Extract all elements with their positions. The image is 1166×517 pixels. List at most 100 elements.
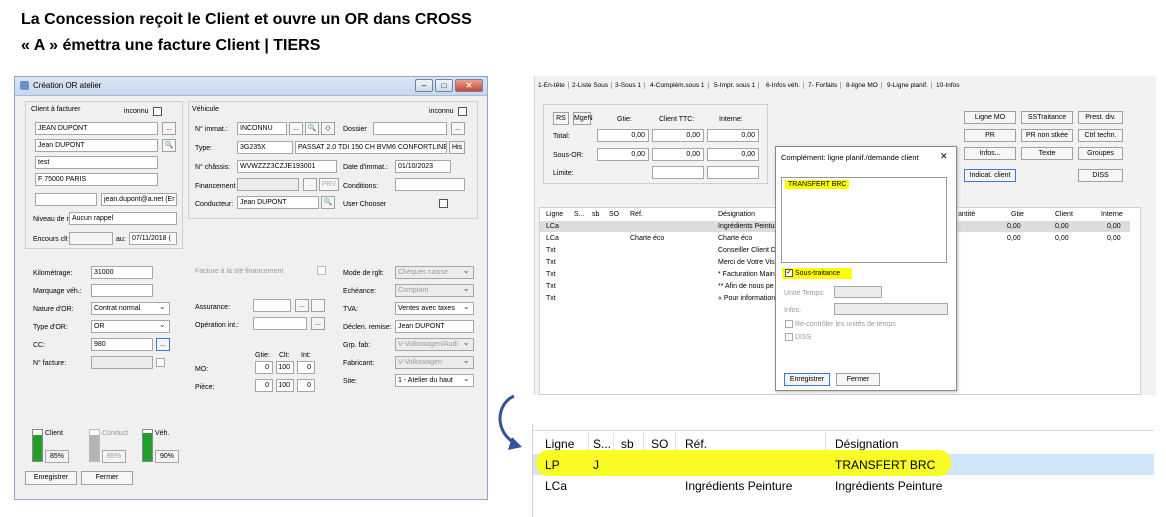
texte-button[interactable]: Texte	[1021, 147, 1073, 160]
facture-checkbox[interactable]	[156, 358, 165, 367]
tab-en-tete[interactable]: 1-En-tête	[538, 82, 569, 89]
zoom-col-sep	[613, 432, 614, 452]
sous-traitance-checkbox[interactable]: ✓	[785, 269, 793, 277]
cc-field[interactable]: 980	[91, 338, 153, 351]
facture-sf-checkbox[interactable]	[317, 266, 326, 275]
memo-textarea[interactable]	[781, 177, 947, 263]
piece-clt-field[interactable]: 100	[276, 379, 294, 392]
ctrl-techn-button[interactable]: Ctrl techn.	[1078, 129, 1123, 142]
nature-or-select[interactable]: Contrat normal	[91, 302, 170, 315]
dialog-close-icon[interactable]: ✕	[940, 152, 948, 161]
dialog-close-button[interactable]: Fermer	[836, 373, 880, 386]
chassis-field[interactable]: WVWZZZ3CZJE193001	[237, 160, 337, 173]
client-address-field[interactable]: test	[35, 156, 158, 169]
pr-non-stkee-button[interactable]: PR non stkée	[1021, 129, 1073, 142]
conditions-field[interactable]	[395, 178, 465, 191]
infos-button[interactable]: Infos...	[964, 147, 1016, 160]
sstraitance-button[interactable]: SSTraitance	[1021, 111, 1073, 124]
minimize-icon[interactable]: –	[415, 79, 433, 92]
cc-more-button[interactable]: ...	[156, 338, 170, 351]
client-phone-field[interactable]	[35, 193, 97, 206]
conducteur-search-icon[interactable]: 🔍	[321, 196, 335, 209]
tva-select[interactable]: Ventes avec taxes	[395, 302, 474, 315]
tab-infos[interactable]: 10-Infos	[936, 82, 963, 89]
maximize-icon[interactable]: □	[435, 79, 453, 92]
indicat-client-button[interactable]: Indicat. client	[964, 169, 1016, 182]
piece-gtie-field[interactable]: 0	[255, 379, 273, 392]
client-name-field[interactable]: JEAN DUPONT	[35, 122, 158, 135]
immat-search-icon[interactable]: 🔍	[305, 122, 319, 135]
tab-ligne-planif[interactable]: 9-Ligne planif.	[887, 82, 932, 89]
km-label: Kilométrage:	[33, 270, 73, 277]
client-email-field[interactable]: jean.dupont@a.net (Er	[101, 193, 177, 206]
pbv-button[interactable]: PBV	[319, 178, 339, 191]
marquage-field[interactable]	[91, 284, 153, 297]
encours-date-field[interactable]: 07/11/2018 (	[129, 232, 177, 245]
history-button[interactable]: His	[449, 141, 465, 154]
close-button[interactable]: Fermer	[81, 471, 133, 485]
diss-button[interactable]: DISS	[1078, 169, 1123, 182]
conducteur-field[interactable]: Jean DUPONT	[237, 196, 319, 209]
user-chooser-checkbox[interactable]	[439, 199, 448, 208]
mgen-button[interactable]: MgeN	[573, 112, 593, 125]
client-inconnu-checkbox[interactable]	[153, 107, 162, 116]
dossier-more-button[interactable]: ...	[451, 122, 465, 135]
grp-fab-select[interactable]: V-Volkswagen/Audi	[395, 338, 474, 351]
unite-temps-field[interactable]	[834, 286, 882, 298]
tab-complem-sous-1[interactable]: 4-Complém.sous 1	[650, 82, 709, 89]
type-or-select[interactable]: OR	[91, 320, 170, 333]
type-field[interactable]: 3G235X	[237, 141, 293, 154]
immat-field[interactable]: INCONNU	[237, 122, 287, 135]
mo-int-field[interactable]: 0	[297, 361, 315, 374]
immat-more-button[interactable]: ...	[289, 122, 303, 135]
declen-field[interactable]: Jean DUPONT	[395, 320, 474, 333]
operation-field[interactable]	[253, 317, 307, 330]
eraser-icon[interactable]: ◇	[321, 122, 335, 135]
assurance-extra-button[interactable]	[311, 299, 325, 312]
site-select[interactable]: 1 - Atelier du haut	[395, 374, 474, 387]
niveau-field[interactable]: Aucun rappel	[69, 212, 177, 225]
client-more-button[interactable]: ...	[162, 122, 176, 135]
close-icon[interactable]: ✕	[455, 79, 483, 92]
groupes-button[interactable]: Groupes	[1078, 147, 1123, 160]
au-label: au:	[116, 236, 126, 243]
echeance-select[interactable]: Comptant	[395, 284, 474, 297]
tab-ligne-mo[interactable]: 8-ligne MO	[846, 82, 882, 89]
client-name2-field[interactable]: Jean DUPONT	[35, 139, 158, 152]
save-button[interactable]: Enregistrer	[25, 471, 77, 485]
zoom-col-sep	[643, 432, 644, 452]
ligne-mo-button[interactable]: Ligne MO	[964, 111, 1016, 124]
km-field[interactable]: 31000	[91, 266, 153, 279]
pr-button[interactable]: PR	[964, 129, 1016, 142]
tab-infos-veh[interactable]: 6-Infos véh.	[766, 82, 804, 89]
infos-field[interactable]	[834, 303, 948, 315]
tab-impr-sous-1[interactable]: 5-Impr. sous 1	[714, 82, 760, 89]
operation-more-button[interactable]: ...	[311, 317, 325, 330]
piece-int-field[interactable]: 0	[297, 379, 315, 392]
financement-field[interactable]	[237, 178, 299, 191]
tab-forfaits[interactable]: 7- Forfaits	[808, 82, 842, 89]
assurance-field[interactable]	[253, 299, 291, 312]
window-titlebar: Création OR atelier – □ ✕	[15, 77, 487, 96]
financement-more-button[interactable]: ...	[303, 178, 317, 191]
grid-cell-designation: « Pour information	[718, 295, 776, 302]
zoom-col-sep	[675, 432, 676, 452]
rs-button[interactable]: RS	[553, 112, 569, 125]
fabricant-select[interactable]: V-Volkswagen	[395, 356, 474, 369]
date-immat-field[interactable]: 01/10/2023	[395, 160, 451, 173]
assurance-more-button[interactable]: ...	[295, 299, 309, 312]
mo-gtie-field[interactable]: 0	[255, 361, 273, 374]
tab-liste-sous[interactable]: 2-Liste Sous	[572, 82, 613, 89]
prest-div-button[interactable]: Prest. div.	[1078, 111, 1123, 124]
tab-sous-1[interactable]: 3-Sous 1	[615, 82, 646, 89]
mode-rglt-select[interactable]: Chèques caisse	[395, 266, 474, 279]
recontroler-checkbox[interactable]	[785, 320, 793, 328]
client-gauge-fill	[33, 434, 42, 461]
diss-checkbox[interactable]	[785, 333, 793, 341]
client-city-field[interactable]: F 75000 PARIS	[35, 173, 158, 186]
client-search-icon[interactable]: 🔍	[162, 139, 176, 152]
vehicle-inconnu-checkbox[interactable]	[458, 107, 467, 116]
dossier-field[interactable]	[373, 122, 447, 135]
dialog-save-button[interactable]: Enregistrer	[784, 373, 830, 386]
mo-clt-field[interactable]: 100	[276, 361, 294, 374]
